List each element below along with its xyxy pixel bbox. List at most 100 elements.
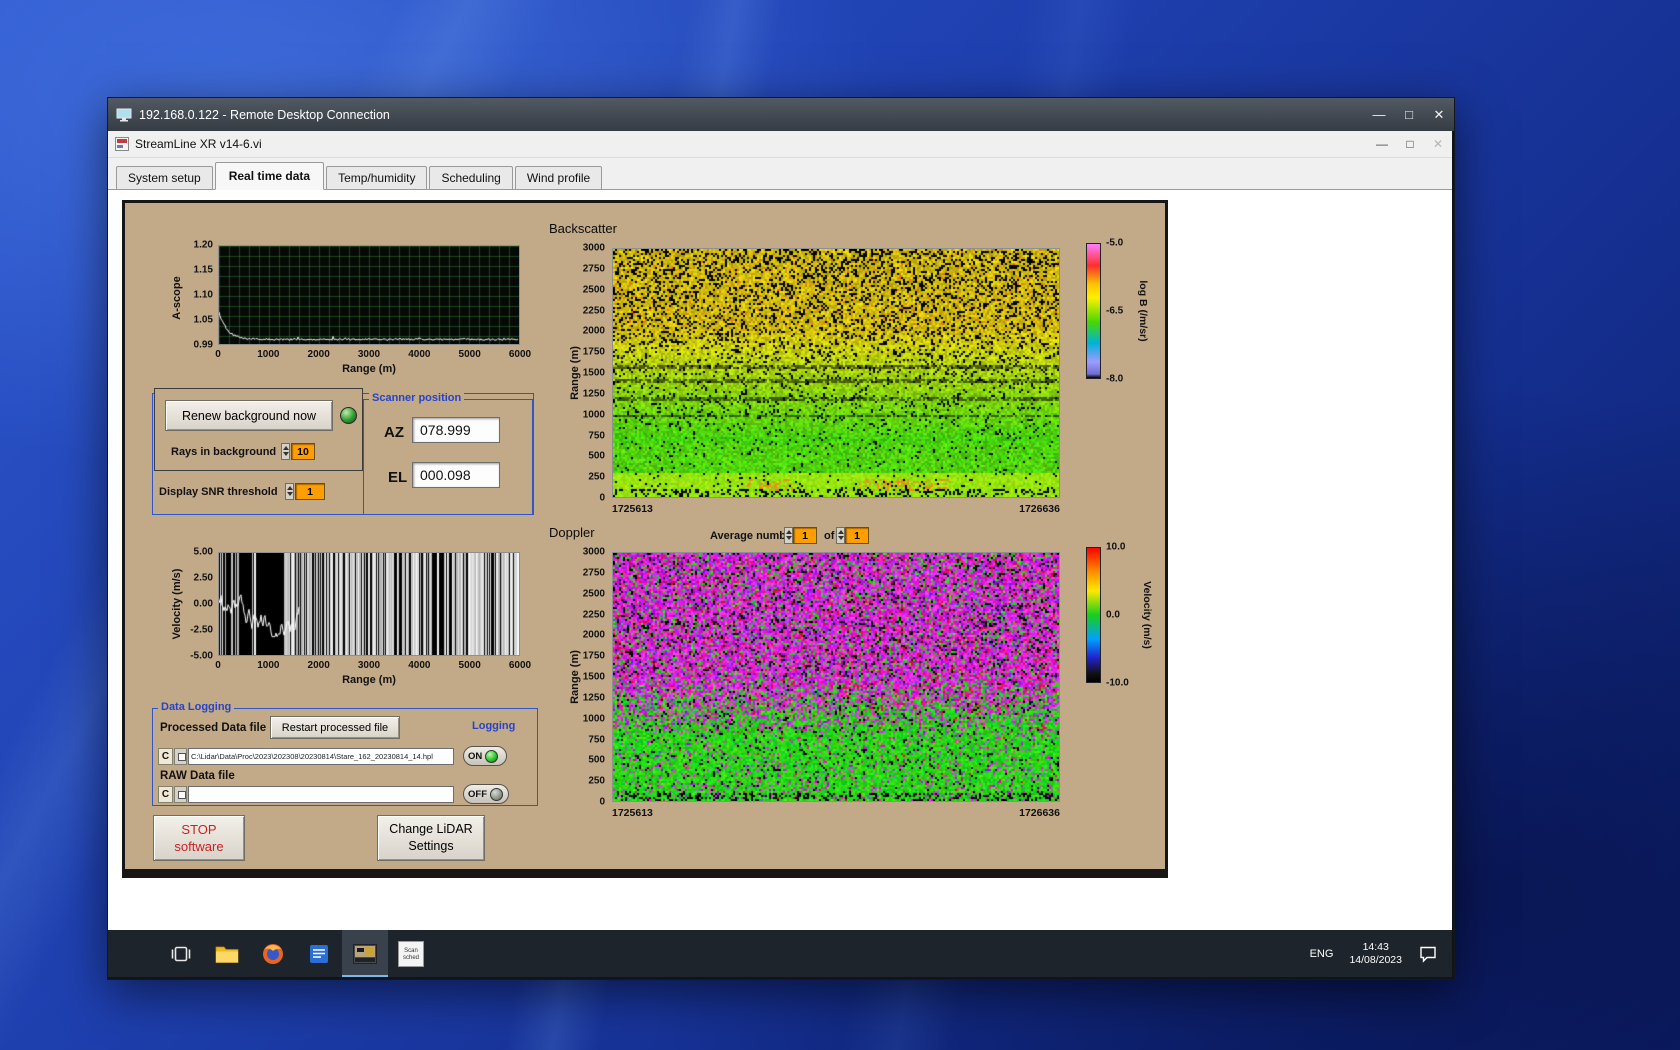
tick-label: 2500 (582, 284, 605, 296)
snr-spinner[interactable] (285, 483, 294, 500)
app-titlebar[interactable]: StreamLine XR v14-6.vi — □ ✕ (108, 131, 1452, 158)
processed-logging-toggle[interactable]: ON (463, 746, 507, 766)
remote-desktop-view: StreamLine XR v14-6.vi — □ ✕ System setu… (108, 131, 1452, 977)
processed-drive-box[interactable]: C (158, 748, 173, 765)
rdp-maximize-button[interactable]: □ (1394, 98, 1424, 131)
language-indicator[interactable]: ENG (1310, 948, 1334, 960)
taskbar-clock[interactable]: 14:43 14/08/2023 (1349, 941, 1402, 967)
tick-label: 10.0 (1106, 541, 1126, 553)
tick-label: 2750 (582, 263, 605, 275)
tick-label: 3000 (357, 660, 381, 671)
taskbar-tray: ENG 14:43 14/08/2023 (1310, 941, 1438, 967)
change-lidar-line1: Change LiDAR (389, 822, 473, 836)
tab-scheduling[interactable]: Scheduling (429, 166, 513, 190)
rdp-titlebar[interactable]: 192.168.0.122 - Remote Desktop Connectio… (108, 98, 1454, 131)
raw-logging-toggle[interactable]: OFF (463, 784, 509, 804)
background-status-led (340, 407, 357, 424)
doppler-y-ticks: 3000 2750 2500 2250 2000 1750 1500 1250 1000 750 5… (573, 547, 607, 808)
tab-temp-humidity[interactable]: Temp/humidity (326, 166, 428, 190)
backscatter-plot (612, 248, 1060, 498)
processed-data-file-label: Processed Data file (160, 722, 267, 734)
tick-label: 1.20 (193, 239, 213, 251)
rdp-window: 192.168.0.122 - Remote Desktop Connectio… (107, 97, 1455, 980)
snr-value-field[interactable]: 1 (295, 483, 325, 500)
rays-value-field[interactable]: 10 (291, 443, 315, 460)
tick-label: -5.00 (190, 650, 213, 662)
processed-browse-button[interactable] (174, 748, 187, 765)
backscatter-title: Backscatter (549, 221, 617, 236)
notes-app-button[interactable] (296, 930, 342, 977)
stop-software-line1: STOP (181, 822, 217, 837)
processed-path-field[interactable]: C:\Lidar\Data\Proc\2023\202308\20230814\… (188, 748, 454, 765)
raw-toggle-label: OFF (468, 788, 487, 800)
stop-software-button[interactable]: STOP software (153, 815, 245, 861)
firefox-button[interactable] (250, 930, 296, 977)
app-minimize-button[interactable]: — (1368, 131, 1396, 157)
renew-background-button[interactable]: Renew background now (165, 400, 333, 431)
rdp-close-button[interactable]: ✕ (1424, 98, 1454, 131)
average-number-spinner[interactable] (784, 527, 793, 544)
file-explorer-button[interactable] (204, 930, 250, 977)
streamline-app-window: StreamLine XR v14-6.vi — □ ✕ System setu… (108, 131, 1452, 930)
average-total-field[interactable]: 1 (845, 527, 869, 544)
doppler-colorbar-label: Velocity (m/s) (1141, 581, 1153, 649)
tick-label: 2750 (582, 567, 605, 579)
tick-label: 6000 (508, 660, 532, 671)
file-explorer-icon (215, 946, 239, 963)
tick-label: 1250 (582, 388, 605, 400)
action-center-icon[interactable] (1418, 944, 1438, 963)
tick-label: 2.50 (193, 572, 213, 584)
tick-label: 6000 (508, 349, 532, 360)
raw-path-field[interactable] (188, 786, 454, 803)
average-total-spinner[interactable] (836, 527, 845, 544)
velocity-x-axis-label: Range (m) (342, 674, 396, 686)
doppler-plot (612, 552, 1060, 802)
raw-browse-button[interactable] (174, 786, 187, 803)
backscatter-colorbar-label: log B (/m/sr) (1137, 280, 1149, 342)
average-number-field[interactable]: 1 (793, 527, 817, 544)
restart-processed-file-button[interactable]: Restart processed file (270, 716, 400, 739)
doppler-canvas (613, 553, 1059, 801)
clock-time: 14:43 (1362, 940, 1389, 953)
tick-label: 0 (215, 349, 221, 360)
app-close-button[interactable]: ✕ (1424, 131, 1452, 157)
scan-scheduler-icon: Scan sched (398, 940, 424, 967)
tick-label: 250 (588, 471, 605, 483)
app-vi-icon (115, 137, 129, 151)
app-restore-button[interactable]: □ (1396, 131, 1424, 157)
el-value-field[interactable]: 000.098 (412, 462, 500, 488)
data-logging-title: Data Logging (158, 701, 235, 713)
raw-drive-box[interactable]: C (158, 786, 173, 803)
processed-toggle-led (485, 749, 499, 763)
backscatter-y-ticks: 3000 2750 2500 2250 2000 1750 1500 1250 1000 750 5… (573, 243, 607, 504)
tick-label: 0.0 (1106, 609, 1120, 621)
az-value-field[interactable]: 078.999 (412, 417, 500, 443)
tick-label: 4000 (408, 660, 431, 671)
scan-scheduler-button[interactable]: Scan sched (388, 930, 434, 977)
tick-label: -8.0 (1106, 373, 1124, 385)
tick-label: 1000 (582, 409, 605, 421)
rdp-title: 192.168.0.122 - Remote Desktop Connectio… (139, 107, 390, 122)
rays-spinner[interactable] (281, 443, 290, 460)
tick-label: 1500 (582, 367, 605, 379)
tab-system-setup[interactable]: System setup (116, 166, 213, 190)
remote-app-button[interactable] (342, 930, 388, 977)
ascope-plot (218, 245, 520, 345)
backscatter-colorbar (1086, 243, 1101, 379)
tick-label: 1000 (257, 660, 280, 671)
tick-label: 0.00 (193, 598, 213, 610)
change-lidar-settings-button[interactable]: Change LiDAR Settings (377, 815, 485, 861)
rdp-monitor-icon (116, 108, 132, 121)
clock-date: 14/08/2023 (1349, 953, 1402, 966)
scanner-position-title: Scanner position (369, 392, 465, 404)
rdp-minimize-button[interactable]: — (1364, 98, 1394, 131)
task-view-button[interactable] (158, 930, 204, 977)
ascope-x-axis-label: Range (m) (342, 363, 396, 375)
task-view-icon (171, 946, 191, 961)
tab-wind-profile[interactable]: Wind profile (514, 166, 603, 190)
tab-real-time-data[interactable]: Real time data (214, 162, 325, 190)
velocity-y-ticks: 5.00 2.50 0.00 -2.50 -5.00 (177, 547, 215, 662)
tick-label: 1.05 (193, 314, 213, 326)
desktop-background: 192.168.0.122 - Remote Desktop Connectio… (0, 0, 1680, 1050)
processed-toggle-label: ON (468, 750, 483, 762)
